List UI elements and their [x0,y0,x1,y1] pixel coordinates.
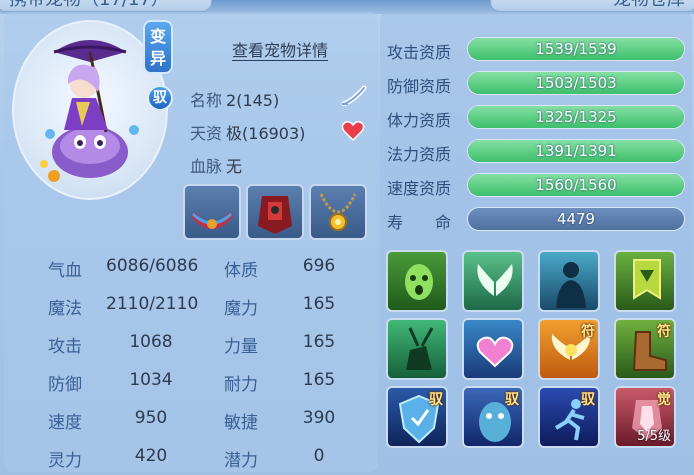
name-label: 名称 [190,91,223,110]
wings-skill-icon [477,264,513,296]
pet-talent-row: 天资 极(16903) [190,120,305,144]
stat-value: 2110/2110 [106,294,199,314]
attribute-value: 165 [302,294,336,314]
ghost-skill-icon [405,264,433,300]
attribute-value: 696 [302,256,336,276]
stat-value: 1034 [129,370,173,390]
skill-slot[interactable] [386,318,448,380]
tab-carried-pets[interactable]: 携带宠物（17/17） [0,0,212,12]
stat-value: 6086/6086 [106,256,199,276]
talent-value: 极(16903) [226,124,306,143]
aptitude-bar: 1560/1560 [467,173,685,197]
aptitude-label: 速度资质 [387,179,452,198]
rider-badge: 驭 [147,85,173,111]
skill-slot[interactable]: 符 [538,318,600,380]
pet-bloodline-row: 血脉无 [190,153,242,177]
attribute-value: 165 [302,370,336,390]
favorite-heart-icon[interactable] [341,120,365,142]
attribute-value: 165 [302,332,336,352]
skill-slot[interactable]: 驭 [462,386,524,448]
aptitude-bar: 1503/1503 [467,71,685,95]
stat-label: 速度 [48,413,82,433]
stat-label: 防御 [48,375,82,395]
bloodline-label: 血脉 [190,157,223,176]
skill-tag: 符 [581,324,595,340]
tab-pet-warehouse[interactable]: 宠物仓库 [490,0,694,12]
talent-label: 天资 [190,124,223,143]
heart-skill-icon [476,336,514,368]
skill-slot[interactable]: 符 [614,318,676,380]
stat-label: 气血 [48,261,82,281]
skill-tag: 驭 [429,392,443,408]
attribute-value: 390 [302,408,336,428]
skill-slot[interactable] [462,318,524,380]
aptitude-value: 1539/1539 [535,40,617,58]
skill-tag: 驭 [505,392,519,408]
stat-label: 魔法 [48,299,82,319]
aptitude-value: 1325/1325 [535,108,617,126]
skill-tag: 觉 [657,392,671,408]
skill-slot[interactable] [538,250,600,312]
stat-value: 1068 [129,332,173,352]
aptitude-bar: 1325/1325 [467,105,685,129]
skill-tag: 驭 [581,392,595,408]
banner-skill-icon [633,259,661,300]
skill-slot[interactable] [614,250,676,312]
stat-value: 420 [134,446,168,466]
skill-slot[interactable] [386,250,448,312]
life-value: 4479 [556,210,596,228]
aptitude-label: 防御资质 [387,77,452,96]
pet-name-row: 名称 2(145) [190,87,279,111]
aptitude-value: 1391/1391 [535,142,617,160]
aptitude-label: 法力资质 [387,145,452,164]
attribute-value: 0 [313,446,325,466]
view-pet-details-link[interactable]: 查看宠物详情 [232,37,328,61]
aptitude-value: 1503/1503 [535,74,617,92]
skill-slot[interactable]: 驭 [538,386,600,448]
equipment-slot-collar[interactable] [183,184,241,240]
life-label: 寿 命 [387,213,452,232]
stat-label: 灵力 [48,451,82,471]
skill-level: 5/5级 [637,429,671,444]
aptitude-label: 体力资质 [387,111,452,130]
deer-skill-icon [406,327,434,370]
skill-slot[interactable]: 觉 5/5级 [614,386,676,448]
aptitude-bar: 1391/1391 [467,139,685,163]
bloodline-value: 无 [226,157,243,176]
skill-slot[interactable] [462,250,524,312]
life-bar: 4479 [467,207,685,231]
name-value: 2(145) [226,91,280,110]
equipment-slot-armor[interactable] [246,184,304,240]
stat-label: 攻击 [48,337,82,357]
stat-value: 950 [134,408,168,428]
aptitude-label: 攻击资质 [387,43,452,62]
edit-name-icon[interactable] [340,84,368,107]
skill-slot[interactable]: 驭 [386,386,448,448]
silhouette-skill-icon [556,262,586,308]
aptitude-value: 1560/1560 [535,176,617,194]
equipment-slot-necklace[interactable] [309,184,367,240]
variant-badge: 变异 [143,20,173,74]
aptitude-bar: 1539/1539 [467,37,685,61]
skill-tag: 符 [657,324,671,340]
